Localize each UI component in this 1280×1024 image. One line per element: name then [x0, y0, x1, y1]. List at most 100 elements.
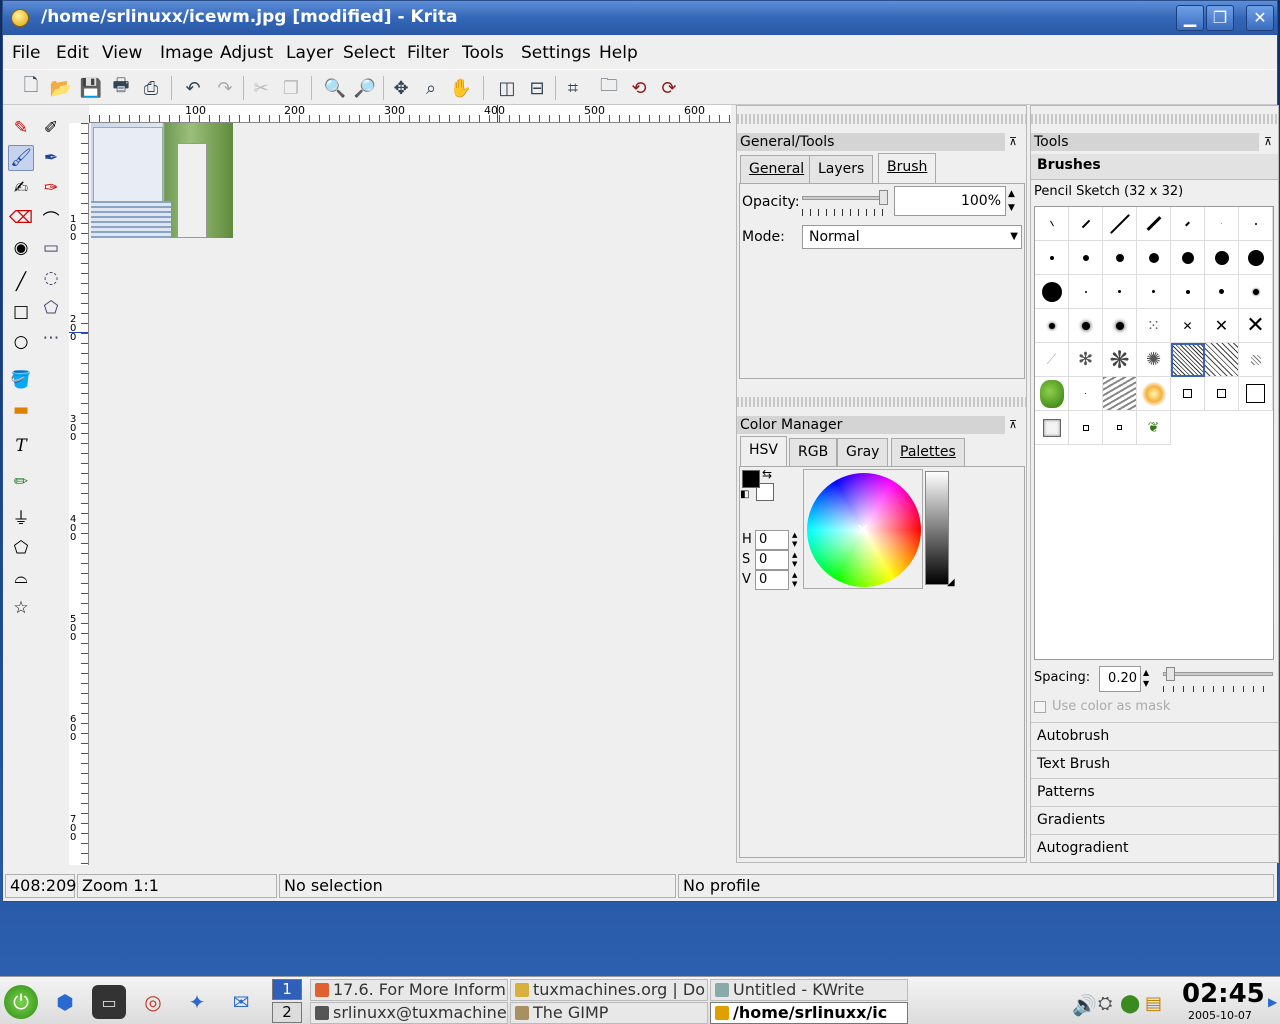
v-input[interactable]: 0	[755, 570, 789, 590]
menu-tools[interactable]: Tools	[462, 43, 504, 63]
help-lifebuoy-icon[interactable]: ◎	[136, 985, 170, 1019]
brush-cell[interactable]	[1069, 309, 1103, 343]
desktop-2-button[interactable]: 2	[272, 1002, 302, 1023]
brush-cell[interactable]	[1137, 241, 1171, 275]
ellipse-tool-icon[interactable]: ○	[8, 329, 34, 355]
s-input[interactable]: 0	[755, 550, 789, 570]
home-folder-icon[interactable]: ⬢	[48, 985, 82, 1019]
clock-time[interactable]: 02:45	[1182, 979, 1265, 1009]
bezier-tool-icon[interactable]: ⌓	[8, 565, 34, 591]
gradient-tool-icon[interactable]: ▬	[8, 397, 34, 423]
opacity-slider-handle[interactable]	[879, 190, 888, 205]
brush-cell[interactable]	[1205, 207, 1239, 241]
brush-cell[interactable]: ❋	[1103, 343, 1137, 377]
move-icon[interactable]: ✥	[389, 76, 413, 100]
line-tool-icon[interactable]: ╱	[8, 269, 34, 295]
foreground-color-swatch[interactable]	[742, 470, 760, 488]
task-button[interactable]: The GIMP	[510, 1002, 708, 1024]
use-color-mask-checkbox[interactable]	[1034, 701, 1046, 713]
browser-icon[interactable]: ✦	[180, 985, 214, 1019]
brush-cell[interactable]	[1239, 275, 1273, 309]
magic-select-tool-icon[interactable]: ⋯	[38, 325, 64, 351]
tab-general[interactable]: General	[740, 155, 814, 183]
title-bar[interactable]: /home/srlinuxx/icewm.jpg [modified] - Kr…	[3, 1, 1277, 35]
cut-icon[interactable]: ✂	[249, 76, 273, 100]
pan-icon[interactable]: ✋	[449, 76, 473, 100]
brush-cell[interactable]	[1103, 275, 1137, 309]
eraser-brush-tool-icon[interactable]: ✑	[38, 175, 64, 201]
task-button[interactable]: Untitled - KWrite	[710, 979, 908, 1001]
spacing-slider-handle[interactable]	[1166, 667, 1175, 681]
volume-icon[interactable]: 🔊	[1072, 993, 1097, 1017]
brush-cell[interactable]	[1035, 241, 1069, 275]
brush-cell[interactable]	[1137, 207, 1171, 241]
rectangle-tool-icon[interactable]: □	[8, 299, 34, 325]
brush-cell[interactable]: ✻	[1069, 343, 1103, 377]
drawer-autogradient[interactable]: Autogradient	[1031, 834, 1278, 862]
brush-cell[interactable]: ✕	[1205, 309, 1239, 343]
menu-adjust[interactable]: Adjust	[220, 43, 273, 63]
brush-cell[interactable]	[1239, 343, 1273, 377]
tab-layers[interactable]: Layers	[809, 155, 874, 183]
clone-tool-icon[interactable]: ◉	[8, 235, 34, 261]
menu-view[interactable]: View	[102, 43, 142, 63]
brush-cell[interactable]: ❦	[1137, 411, 1171, 445]
h-input[interactable]: 0	[755, 530, 789, 550]
menu-filter[interactable]: Filter	[407, 43, 449, 63]
rect-select-tool-icon[interactable]: ▭	[38, 235, 64, 261]
package-manager-icon[interactable]: ⬤	[1120, 993, 1140, 1014]
close-button[interactable]: ✕	[1246, 5, 1274, 31]
brush-cell[interactable]	[1069, 207, 1103, 241]
value-gradient-bar[interactable]	[925, 471, 949, 585]
rotate-cw-icon[interactable]: ⟳	[657, 76, 681, 100]
brush-cell[interactable]	[1239, 377, 1273, 411]
zoom-icon[interactable]: ⌕	[419, 76, 443, 100]
rotate-ccw-icon[interactable]: ⟲	[627, 76, 651, 100]
brush-cell[interactable]: ⟋	[1035, 343, 1069, 377]
app-icon[interactable]	[11, 9, 29, 27]
brush-cell[interactable]	[1103, 207, 1137, 241]
docker-grip[interactable]	[1031, 114, 1278, 124]
task-button[interactable]: srlinuxx@tuxmachine	[310, 1002, 508, 1024]
start-menu-icon[interactable]: ⏻	[4, 985, 38, 1019]
reset-colors-icon[interactable]: ◧	[740, 489, 749, 500]
fill-tool-icon[interactable]: 🪣	[8, 367, 34, 393]
brush-cell[interactable]	[1137, 377, 1171, 411]
text-tool-icon[interactable]: T	[8, 433, 34, 459]
drawer-patterns[interactable]: Patterns	[1031, 778, 1278, 806]
brush-cell[interactable]	[1035, 377, 1069, 411]
brush-cell[interactable]	[1239, 207, 1273, 241]
brush-cell[interactable]	[1069, 275, 1103, 309]
drawer-text-brush[interactable]: Text Brush	[1031, 750, 1278, 778]
docker-grip[interactable]	[737, 114, 1026, 124]
undock-icon[interactable]: ⊼	[1009, 135, 1017, 148]
tab-rgb[interactable]: RGB	[789, 438, 838, 466]
tab-palettes[interactable]: Palettes	[891, 438, 965, 466]
image-layer-thumbnail[interactable]	[91, 123, 233, 238]
ellipse-select-tool-icon[interactable]: ◌	[38, 265, 64, 291]
brush-cell[interactable]	[1103, 377, 1137, 411]
brush-cell[interactable]	[1035, 275, 1069, 309]
drawer-autobrush[interactable]: Autobrush	[1031, 722, 1278, 750]
menu-select[interactable]: Select	[343, 43, 395, 63]
panel-arrow-icon[interactable]: ▶	[1268, 995, 1277, 1009]
task-button[interactable]: 17.6. For More Inform	[310, 979, 508, 1001]
menu-file[interactable]: File	[12, 43, 40, 63]
menu-layer[interactable]: Layer	[286, 43, 333, 63]
zoom-out-icon[interactable]: 🔎	[353, 76, 377, 100]
brush-cell[interactable]	[1205, 275, 1239, 309]
minimize-button[interactable]: ▁	[1176, 5, 1204, 31]
eraser-tool-icon[interactable]: ⌫	[8, 205, 34, 231]
copy-icon[interactable]: ❐	[279, 76, 303, 100]
spacing-spin-arrows[interactable]: ▲ ▼	[1143, 667, 1149, 689]
brush-cell[interactable]	[1171, 377, 1205, 411]
opacity-input[interactable]: 100%	[894, 186, 1006, 216]
terminal-icon[interactable]: ▭	[92, 985, 126, 1019]
brush-cell[interactable]: ⁙	[1137, 309, 1171, 343]
folder-icon[interactable]: 🗀	[597, 75, 621, 100]
layout-a-icon[interactable]: ◫	[495, 76, 519, 100]
undock-icon[interactable]: ⊼	[1009, 418, 1017, 431]
color-picker-tool-icon[interactable]: ✏	[8, 469, 34, 495]
brush-cell[interactable]	[1035, 207, 1069, 241]
mail-icon[interactable]: ✉	[224, 985, 258, 1019]
